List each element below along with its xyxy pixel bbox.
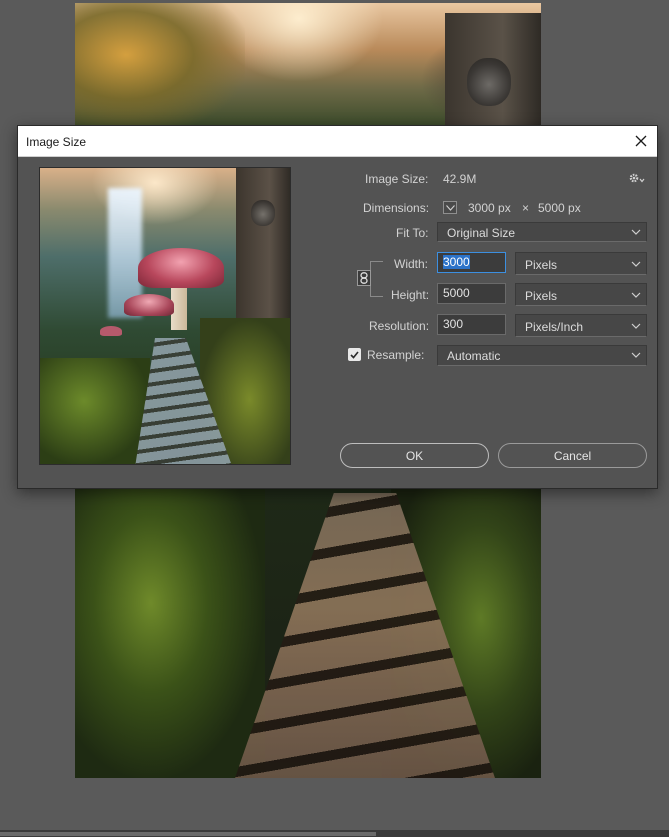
height-input[interactable]: 5000 xyxy=(437,283,506,304)
resample-label: Resample: xyxy=(367,348,425,362)
image-preview[interactable] xyxy=(39,167,291,465)
canvas-foliage xyxy=(75,3,245,133)
close-button[interactable] xyxy=(625,126,657,156)
canvas-moss-left xyxy=(75,483,265,778)
preview-cat xyxy=(251,200,275,226)
gear-icon[interactable] xyxy=(628,172,646,184)
fit-to-value: Original Size xyxy=(447,226,516,240)
dialog-title: Image Size xyxy=(26,135,87,149)
dimensions-height: 5000 px xyxy=(538,201,581,215)
scrollbar-thumb[interactable] xyxy=(0,832,376,836)
width-input[interactable]: 3000 xyxy=(437,252,506,273)
ok-button-label: OK xyxy=(405,448,424,463)
dimensions-label: Dimensions: xyxy=(363,201,430,215)
chevron-down-icon xyxy=(631,352,641,358)
horizontal-scrollbar[interactable] xyxy=(0,830,669,837)
constrain-bracket xyxy=(370,261,383,297)
cancel-button-label: Cancel xyxy=(553,448,592,463)
preview-mushroom-small xyxy=(124,294,174,316)
dimensions-separator: × xyxy=(522,201,530,215)
dialog-titlebar[interactable]: Image Size xyxy=(18,126,657,157)
height-unit-value: Pixels xyxy=(525,289,558,303)
chevron-down-icon xyxy=(631,261,641,267)
image-size-dialog: Image Size Image Size: 42.9M Dimensions:… xyxy=(17,125,658,489)
resolution-input[interactable]: 300 xyxy=(437,314,506,335)
link-icon xyxy=(360,272,368,284)
preview-tree-trunk xyxy=(236,168,290,318)
fit-to-select[interactable]: Original Size xyxy=(437,222,647,242)
width-label: Width: xyxy=(394,257,429,271)
close-icon xyxy=(635,135,647,147)
width-value: 3000 xyxy=(443,255,470,269)
resample-checkbox[interactable] xyxy=(348,348,361,361)
resample-value: Automatic xyxy=(447,349,501,363)
dimensions-toggle[interactable] xyxy=(443,201,457,214)
cancel-button[interactable]: Cancel xyxy=(498,443,647,468)
resolution-unit-value: Pixels/Inch xyxy=(525,320,584,334)
chevron-down-icon xyxy=(631,323,641,329)
height-value: 5000 xyxy=(443,286,470,300)
constrain-proportions-button[interactable] xyxy=(357,270,371,286)
preview-moss-left xyxy=(40,358,150,464)
resolution-value: 300 xyxy=(443,317,464,331)
preview-mushroom-cap xyxy=(138,248,224,288)
height-unit-select[interactable]: Pixels xyxy=(515,283,647,306)
fit-to-label: Fit To: xyxy=(396,226,429,240)
check-icon xyxy=(350,350,359,359)
height-label: Height: xyxy=(391,288,430,302)
resolution-unit-select[interactable]: Pixels/Inch xyxy=(515,314,647,337)
width-unit-value: Pixels xyxy=(525,258,558,272)
preview-mushroom-tiny xyxy=(100,326,122,336)
chevron-down-icon xyxy=(631,229,641,235)
resample-select[interactable]: Automatic xyxy=(437,345,647,366)
width-unit-select[interactable]: Pixels xyxy=(515,252,647,275)
resolution-label: Resolution: xyxy=(369,319,430,333)
dimensions-width: 3000 px xyxy=(468,201,511,215)
ok-button[interactable]: OK xyxy=(340,443,489,468)
image-size-value: 42.9M xyxy=(443,172,477,186)
chevron-down-icon xyxy=(631,292,641,298)
image-size-label: Image Size: xyxy=(365,172,429,186)
canvas-cat xyxy=(467,58,511,106)
chevron-down-icon xyxy=(445,204,455,211)
